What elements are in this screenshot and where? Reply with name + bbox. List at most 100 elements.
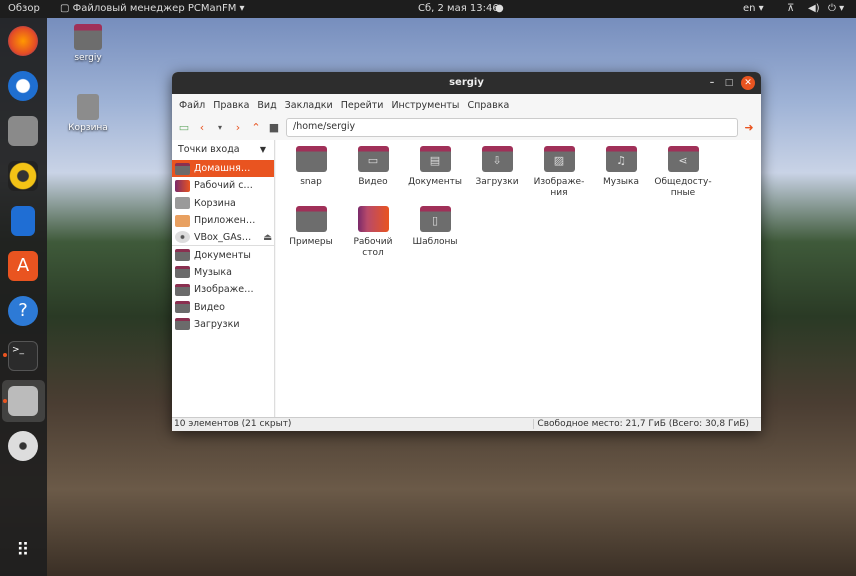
file-item[interactable]: ⋖ Общедосту-пные xyxy=(652,146,714,199)
eject-icon[interactable]: ⏏ xyxy=(263,232,272,243)
file-view: snap ▭ Видео ▤ Документы ⇩ Загрузки ▨ Изображе-н… xyxy=(276,140,761,417)
desktop-icon xyxy=(175,179,190,192)
menu-go[interactable]: Перейти xyxy=(337,100,388,111)
desktop-trash-label: Корзина xyxy=(68,123,108,133)
home-icon[interactable]: ■ xyxy=(268,121,280,134)
desktop-home[interactable]: sergiy xyxy=(58,24,118,63)
volume-icon[interactable]: ◀) xyxy=(808,3,820,14)
folder-icon: ⋖ xyxy=(667,146,699,172)
free-space: Свободное место: 21,7 ГиБ (Всего: 30,8 Г… xyxy=(533,419,749,429)
file-name: Видео xyxy=(358,177,388,187)
sidebar-mode-select[interactable]: Точки входа ▼ xyxy=(172,140,274,160)
sidebar-item-applications[interactable]: Приложен… xyxy=(172,212,274,229)
rhythmbox-icon[interactable] xyxy=(8,161,38,191)
sidebar-item-documents[interactable]: Документы xyxy=(172,246,274,263)
maximize-button[interactable]: □ xyxy=(722,76,736,90)
folder-icon xyxy=(295,206,327,232)
sidebar-item-desktop[interactable]: Рабочий с… xyxy=(172,177,274,194)
close-button[interactable]: ✕ xyxy=(741,76,755,90)
sidebar-item-trash[interactable]: Корзина xyxy=(172,195,274,212)
trash-icon xyxy=(77,94,99,120)
folder-icon xyxy=(175,283,190,296)
terminal-icon[interactable]: >_ xyxy=(8,341,38,371)
menu-view[interactable]: Вид xyxy=(253,100,280,111)
file-item[interactable]: Рабочий стол xyxy=(342,206,404,259)
sidebar-item-pictures[interactable]: Изображе… xyxy=(172,281,274,298)
show-apps-icon[interactable]: ⠿ xyxy=(8,536,38,566)
item-count: 10 элементов (21 скрыт) xyxy=(174,419,292,429)
file-item[interactable]: ▭ Видео xyxy=(342,146,404,188)
title-bar[interactable]: sergiy – □ ✕ xyxy=(172,72,761,94)
disc-icon[interactable] xyxy=(8,431,38,461)
file-item[interactable]: ⇩ Загрузки xyxy=(466,146,528,188)
sidebar-item-label: Загрузки xyxy=(194,318,240,330)
file-item[interactable]: ▤ Документы xyxy=(404,146,466,188)
menu-bookmarks[interactable]: Закладки xyxy=(281,100,337,111)
sidebar-item-label: Изображе… xyxy=(194,284,254,296)
software-icon[interactable]: A xyxy=(8,251,38,281)
file-name: Примеры xyxy=(289,237,333,247)
files-icon[interactable] xyxy=(8,116,38,146)
sidebar: Точки входа ▼ Домашня… Рабочий с… Корзина… xyxy=(172,140,275,417)
file-item[interactable]: snap xyxy=(280,146,342,188)
app-menu-label: Файловый менеджер PCManFM xyxy=(72,3,237,14)
sidebar-item-label: Корзина xyxy=(194,197,236,209)
folder-icon: ▯ xyxy=(419,206,451,232)
help-icon[interactable]: ? xyxy=(8,296,38,326)
status-bar: 10 элементов (21 скрыт) Свободное место:… xyxy=(172,417,761,431)
top-bar: Обзор ▢ Файловый менеджер PCManFM ▾ Сб, … xyxy=(0,0,856,18)
file-name: Общедосту-пные xyxy=(654,177,712,198)
desktop-trash[interactable]: Корзина xyxy=(58,94,118,133)
file-name: Изображе-ния xyxy=(533,177,585,198)
sidebar-item-vbox[interactable]: VBox_GAs… ⏏ xyxy=(172,229,274,247)
sidebar-item-label: Домашня… xyxy=(194,163,251,175)
forward-icon[interactable]: › xyxy=(232,121,244,134)
menu-help[interactable]: Справка xyxy=(463,100,513,111)
file-name: Шаблоны xyxy=(412,237,458,247)
power-icon[interactable]: ⏻ ▾ xyxy=(828,3,844,14)
file-item[interactable]: ▨ Изображе-ния xyxy=(528,146,590,199)
file-name: Документы xyxy=(408,177,462,187)
sidebar-header: Точки входа xyxy=(178,144,240,155)
go-icon[interactable]: ➜ xyxy=(743,121,755,134)
menu-edit[interactable]: Правка xyxy=(209,100,253,111)
pcmanfm-icon[interactable] xyxy=(8,386,38,416)
sidebar-item-videos[interactable]: Видео xyxy=(172,298,274,315)
minimize-button[interactable]: – xyxy=(705,76,719,90)
sidebar-item-music[interactable]: Музыка xyxy=(172,264,274,281)
sidebar-item-downloads[interactable]: Загрузки xyxy=(172,316,274,333)
clock[interactable]: Сб, 2 мая 13:46 xyxy=(418,3,499,14)
folder-icon: ♫ xyxy=(605,146,637,172)
new-tab-icon[interactable]: ▭ xyxy=(178,121,190,134)
file-item[interactable]: ▯ Шаблоны xyxy=(404,206,466,248)
language-label: en xyxy=(743,3,756,14)
activities-button[interactable]: Обзор xyxy=(8,3,40,14)
menu-tools[interactable]: Инструменты xyxy=(387,100,463,111)
thunderbird-icon[interactable] xyxy=(8,71,38,101)
file-name: snap xyxy=(300,177,322,187)
file-manager-window: sergiy – □ ✕ Файл Правка Вид Закладки Пе… xyxy=(172,72,761,431)
menu-file[interactable]: Файл xyxy=(175,100,209,111)
network-icon[interactable]: ⊼ xyxy=(787,3,794,14)
firefox-icon[interactable] xyxy=(8,26,38,56)
sidebar-item-home[interactable]: Домашня… xyxy=(172,160,274,178)
back-icon[interactable]: ‹ xyxy=(196,121,208,134)
language-selector[interactable]: en ▾ xyxy=(743,3,764,14)
writer-icon[interactable] xyxy=(11,206,35,236)
folder-icon xyxy=(175,162,190,175)
folder-icon xyxy=(175,318,190,331)
window-title: sergiy xyxy=(449,77,484,88)
path-input[interactable]: /home/sergiy xyxy=(286,118,738,137)
file-item[interactable]: ♫ Музыка xyxy=(590,146,652,188)
app-menu[interactable]: ▢ Файловый менеджер PCManFM ▾ xyxy=(60,3,245,14)
history-dropdown-icon[interactable]: ▾ xyxy=(214,123,226,132)
toolbar: ▭ ‹ ▾ › ⌃ ■ /home/sergiy ➜ xyxy=(172,116,761,138)
folder-icon xyxy=(175,301,190,314)
file-name: Музыка xyxy=(603,177,639,187)
up-icon[interactable]: ⌃ xyxy=(250,121,262,134)
file-item[interactable]: Примеры xyxy=(280,206,342,248)
folder-icon xyxy=(357,206,389,232)
disc-icon xyxy=(175,231,190,244)
file-name: Загрузки xyxy=(475,177,519,187)
dock: A ? >_ ⠿ xyxy=(0,18,47,576)
